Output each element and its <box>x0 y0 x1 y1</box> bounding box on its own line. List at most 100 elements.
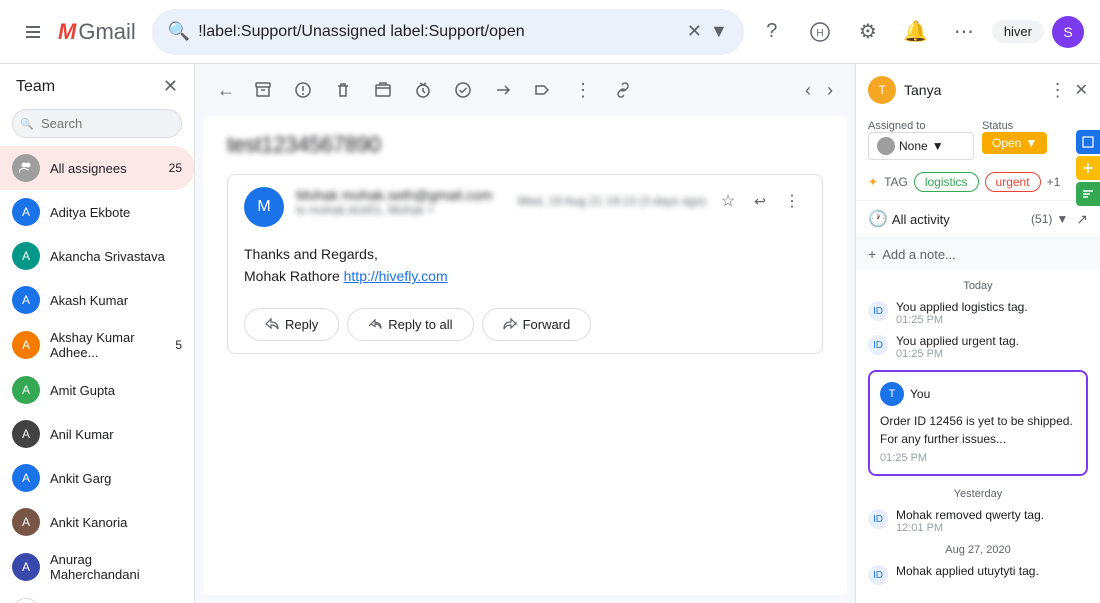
sidebar-header: Team ✕ <box>0 64 194 105</box>
status-value: Open <box>992 136 1021 150</box>
sidebar-item-akshay[interactable]: A Akshay Kumar Adhee... 5 <box>0 322 194 368</box>
email-body-line1: Thanks and Regards, <box>244 243 806 265</box>
sidebar-close-icon[interactable]: ✕ <box>163 76 178 97</box>
activity-item-2: ID You applied urgent tag. 01:25 PM <box>856 330 1100 364</box>
search-clear-icon[interactable]: ✕ <box>687 21 702 42</box>
right-panel: T Tanya ⋮ ✕ Assigned to None ▼ Status <box>855 64 1100 603</box>
email-reply-icon[interactable]: ↩ <box>746 187 774 215</box>
side-icon-3[interactable] <box>1076 182 1100 206</box>
side-icon-1[interactable] <box>1076 130 1100 154</box>
archive-button[interactable] <box>245 72 281 108</box>
sidebar-search-wrapper <box>0 105 194 146</box>
apps-icon[interactable]: ⋯ <box>944 12 984 52</box>
sidebar-item-anurag[interactable]: A Anurag Maherchandani <box>0 544 194 590</box>
sender-avatar: M <box>244 187 284 227</box>
content-area: ← ⋮ <box>195 64 855 603</box>
reply-button[interactable]: Reply <box>244 308 339 341</box>
email-sender-detail: to mohak.test01, Mohak + <box>296 203 492 217</box>
akancha-avatar: A <box>12 242 40 270</box>
sidebar-item-akash[interactable]: A Akash Kumar <box>0 278 194 322</box>
assign-chevron: ▼ <box>932 139 944 153</box>
chain-button[interactable] <box>605 72 641 108</box>
note-header: T You <box>880 382 1076 406</box>
add-note-bar[interactable]: + Add a note... <box>856 237 1100 270</box>
apple-avatar:  <box>12 598 40 603</box>
sidebar-item-apple[interactable]:  Apple User <box>0 590 194 603</box>
next-email-button[interactable]: › <box>821 74 839 107</box>
note-time: 01:25 PM <box>880 452 1076 464</box>
help-icon[interactable]: ? <box>752 12 792 52</box>
move-to-button[interactable] <box>485 72 521 108</box>
sidebar-item-aditya[interactable]: A Aditya Ekbote <box>0 190 194 234</box>
user-avatar[interactable]: S <box>1052 16 1084 48</box>
tag-more[interactable]: +1 <box>1047 175 1061 189</box>
email-header: M Mohak mohak.seth@gmail.com to mohak.te… <box>244 187 806 227</box>
activity-clock-icon: 🕐 <box>868 209 888 229</box>
back-button[interactable]: ← <box>211 74 241 107</box>
settings-icon[interactable]: ⚙ <box>848 12 888 52</box>
reply-all-button[interactable]: Reply to all <box>347 308 473 341</box>
status-label: Status <box>982 120 1088 132</box>
email-star-icon[interactable]: ☆ <box>714 187 742 215</box>
sidebar-item-anil[interactable]: A Anil Kumar <box>0 412 194 456</box>
mark-done-button[interactable] <box>445 72 481 108</box>
search-bar[interactable]: 🔍 ✕ ▼ <box>152 9 744 55</box>
tanya-avatar: T <box>868 76 896 104</box>
panel-close-icon[interactable]: ✕ <box>1075 80 1088 100</box>
prev-email-button[interactable]: ‹ <box>799 74 817 107</box>
akash-avatar: A <box>12 286 40 314</box>
activity-item-aug27-1: ID Mohak applied utuytyti tag. <box>856 560 1100 589</box>
delete-button[interactable] <box>325 72 361 108</box>
activity-time-2: 01:25 PM <box>896 348 1019 360</box>
hamburger-button[interactable] <box>16 15 50 49</box>
ankit-garg-avatar: A <box>12 464 40 492</box>
svg-text:H: H <box>816 28 823 39</box>
side-icon-2[interactable] <box>1076 156 1100 180</box>
hiver-badge[interactable]: hiver <box>992 20 1044 43</box>
notifications-icon[interactable]: 🔔 <box>896 12 936 52</box>
sidebar-item-ankit-kanoria[interactable]: A Ankit Kanoria <box>0 500 194 544</box>
sidebar-item-amit[interactable]: A Amit Gupta <box>0 368 194 412</box>
move-button[interactable] <box>365 72 401 108</box>
main-layout: Team ✕ All assignees 25 A Aditya Ekbote <box>0 64 1100 603</box>
panel-more-icon[interactable]: ⋮ <box>1049 80 1067 101</box>
forward-button[interactable]: Forward <box>482 308 592 341</box>
assign-dropdown[interactable]: None ▼ <box>868 132 974 160</box>
sidebar-item-akancha[interactable]: A Akancha Srivastava <box>0 234 194 278</box>
akshay-label: Akshay Kumar Adhee... <box>50 330 165 360</box>
gmail-logo-text: Gmail <box>78 19 135 45</box>
sidebar-item-ankit-garg[interactable]: A Ankit Garg <box>0 456 194 500</box>
sidebar-item-all-assignees[interactable]: All assignees 25 <box>0 146 194 190</box>
status-button[interactable]: Open ▼ <box>982 132 1047 154</box>
amit-label: Amit Gupta <box>50 383 182 398</box>
tag-section: ✦ TAG logistics urgent +1 <box>856 168 1100 200</box>
email-link[interactable]: http://hivefly.com <box>344 268 448 284</box>
tag-logistics[interactable]: logistics <box>914 172 979 192</box>
snooze-button[interactable] <box>405 72 441 108</box>
label-button[interactable] <box>525 72 561 108</box>
email-more-icon[interactable]: ⋮ <box>778 187 806 215</box>
activity-icon-y1: ID <box>868 509 888 529</box>
activity-external-icon[interactable]: ↗ <box>1076 211 1088 228</box>
search-dropdown-icon[interactable]: ▼ <box>710 21 728 42</box>
tag-urgent[interactable]: urgent <box>985 172 1041 192</box>
search-input[interactable] <box>198 23 687 41</box>
status-chevron: ▼ <box>1025 136 1037 150</box>
activity-text-2: You applied urgent tag. <box>896 334 1019 348</box>
activity-expand-icon[interactable]: ▼ <box>1056 212 1068 226</box>
email-date: Wed, 19 Aug 21 19:13 (3 days ago) <box>517 194 706 208</box>
akshay-count: 5 <box>175 338 182 352</box>
hiver-support-icon[interactable]: H <box>800 12 840 52</box>
more-button[interactable]: ⋮ <box>565 72 601 108</box>
email-container: test1234567890 M Mohak mohak.seth@gmail.… <box>203 116 847 595</box>
aug27-label: Aug 27, 2020 <box>856 538 1100 560</box>
note-card: T You Order ID 12456 is yet to be shippe… <box>868 370 1088 476</box>
report-button[interactable] <box>285 72 321 108</box>
gmail-logo: M Gmail <box>58 19 136 45</box>
hiver-badge-label: hiver <box>1004 24 1032 39</box>
panel-contact-name: Tanya <box>904 82 1041 98</box>
activity-item-1: ID You applied logistics tag. 01:25 PM <box>856 296 1100 330</box>
tag-row: ✦ TAG logistics urgent +1 <box>868 172 1088 192</box>
sidebar-search-input[interactable] <box>12 109 182 138</box>
anil-label: Anil Kumar <box>50 427 182 442</box>
